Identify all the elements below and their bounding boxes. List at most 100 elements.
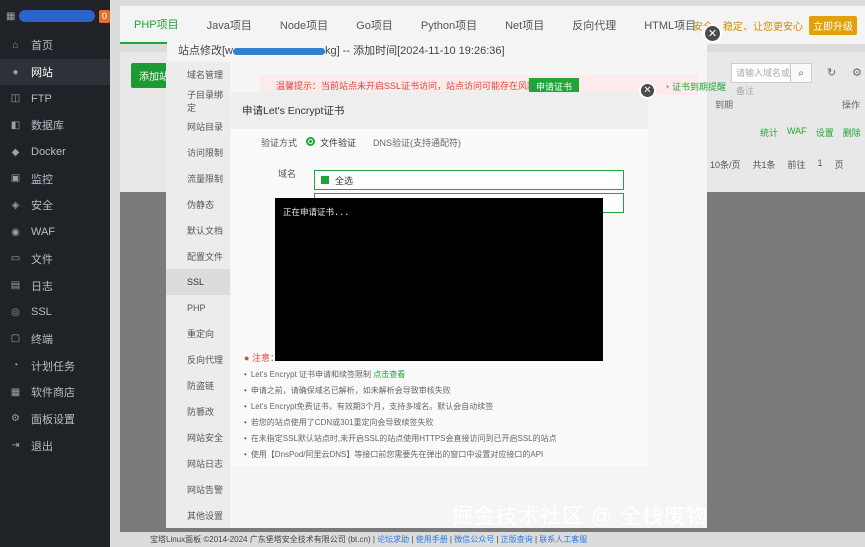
pager-item[interactable]: 1 bbox=[818, 158, 823, 171]
notes-heading: ● 注意： bbox=[244, 351, 279, 364]
site-menu-item[interactable]: 重定向 bbox=[166, 321, 230, 347]
sidebar-item[interactable]: ◔ 计划任务 bbox=[0, 352, 110, 379]
footer: 宝塔Linux面板 ©2014-2024 广东堡塔安全技术有限公司 (bt.cn… bbox=[150, 534, 587, 545]
ssl-icon: ◎ bbox=[11, 306, 20, 318]
footer-link[interactable]: 微信公众号 bbox=[454, 535, 494, 544]
site-menu-item[interactable]: 反向代理 bbox=[166, 347, 230, 373]
sidebar-item[interactable]: ⚙ 面板设置 bbox=[0, 406, 110, 433]
refresh-icon[interactable]: ↻ bbox=[827, 66, 836, 79]
pager-item[interactable]: 共1条 bbox=[753, 158, 776, 171]
gear-icon[interactable]: ⚙ bbox=[852, 66, 862, 79]
note-item: • 申请之前，请确保域名已解析，如未解析会导致审核失败 bbox=[244, 383, 644, 399]
sidebar-item-label: 软件商店 bbox=[31, 387, 75, 400]
sidebar-item-label: 文件 bbox=[31, 253, 53, 266]
radio-file-verify[interactable] bbox=[306, 137, 315, 146]
close-icon[interactable]: ✕ bbox=[703, 24, 722, 43]
row-action-link[interactable]: WAF bbox=[787, 126, 807, 139]
site-menu-item[interactable]: 子目录绑定 bbox=[166, 88, 230, 114]
sidebar-item[interactable]: ◈ 安全 bbox=[0, 192, 110, 219]
select-all-checkbox[interactable] bbox=[321, 176, 329, 184]
bullet-icon: • bbox=[244, 370, 247, 379]
sidebar-menu: ⌂ 首页 ● 网站 ◫ FTP ◧ 数据库 ◆ Docker ▣ 监控 ◈ 安全 ◉ WAF ▭ 文件 ▤ 日志 ◎ SS… bbox=[0, 32, 110, 459]
radio-file-label[interactable]: 文件验证 bbox=[320, 136, 356, 149]
pager-item[interactable]: 前往 bbox=[788, 158, 806, 171]
notification-badge[interactable]: 0 bbox=[98, 9, 110, 23]
sidebar-item[interactable]: ⌂ 首页 bbox=[0, 32, 110, 59]
note-text: 申请之前，请确保域名已解析，如未解析会导致审核失败 bbox=[250, 386, 451, 395]
user-icon[interactable]: ◐ bbox=[681, 20, 687, 31]
site-menu-item[interactable]: 网站目录 bbox=[166, 114, 230, 140]
pager-item[interactable]: 10条/页 bbox=[710, 158, 741, 171]
site-menu-item[interactable]: 防盗链 bbox=[166, 373, 230, 399]
sidebar-item[interactable]: ◎ SSL bbox=[0, 299, 110, 326]
sidebar-item-label: 面板设置 bbox=[31, 413, 75, 426]
footer-link[interactable]: 使用手册 bbox=[416, 535, 448, 544]
sidebar-item[interactable]: ● 网站 bbox=[0, 58, 110, 86]
cert-expiry-link[interactable]: ◔ 证书到期提醒 bbox=[664, 80, 726, 93]
ftp-icon: ◫ bbox=[10, 93, 21, 105]
pager-item[interactable]: 页 bbox=[835, 158, 844, 171]
row-action-link[interactable]: 设置 bbox=[816, 126, 834, 139]
note-item: • 在未指定SSL默认站点时,未开启SSL的站点使用HTTPS会直接访问到已开启S… bbox=[244, 431, 644, 447]
sidebar-item[interactable]: ▦ 软件商店 bbox=[0, 379, 110, 406]
site-menu-item[interactable]: 网站日志 bbox=[166, 450, 230, 476]
server-icon: ▦ bbox=[6, 10, 16, 22]
site-menu-item[interactable]: 网站告警 bbox=[166, 476, 230, 502]
site-menu-item[interactable]: 流量限制 bbox=[166, 166, 230, 192]
settings-icon: ⚙ bbox=[11, 413, 20, 425]
note-text: Let's Encrypt 证书申请和续签限制 bbox=[250, 370, 374, 379]
site-menu-item[interactable]: SSL bbox=[166, 269, 230, 296]
sidebar-item[interactable]: ⇥ 退出 bbox=[0, 432, 110, 459]
progress-console: 正在申请证书... bbox=[275, 198, 603, 361]
site-menu-item[interactable]: PHP bbox=[166, 295, 230, 321]
notes-list: • Let's Encrypt 证书申请和续签限制 点击查看 • 申请之前，请确保域名… bbox=[244, 367, 644, 463]
note-item: • Let's Encrypt 证书申请和续签限制 点击查看 bbox=[244, 367, 644, 383]
upgrade-button[interactable]: 立即升级 bbox=[809, 16, 857, 35]
sidebar-item-label: 终端 bbox=[31, 333, 53, 346]
site-menu-item[interactable]: 配置文件 bbox=[166, 243, 230, 269]
sidebar-item[interactable]: ◧ 数据库 bbox=[0, 112, 110, 139]
bullet-icon: • bbox=[244, 386, 247, 395]
radio-dns-label[interactable]: DNS验证(支持通配符) bbox=[373, 136, 461, 149]
store-icon: ▦ bbox=[10, 386, 21, 398]
watermark: 掘金技术社区 @ 全栈废物 bbox=[452, 505, 708, 528]
dot-icon: ● bbox=[244, 353, 250, 363]
footer-link[interactable]: 论坛求助 bbox=[377, 535, 409, 544]
brand: ▦ 0 bbox=[0, 0, 110, 32]
site-menu-item[interactable]: 域名管理 bbox=[166, 62, 230, 88]
select-all-row[interactable]: 全选 bbox=[314, 170, 624, 190]
terminal-icon: ▢ bbox=[10, 333, 21, 345]
sidebar-item[interactable]: ◉ WAF bbox=[0, 219, 110, 246]
site-menu-item[interactable]: 访问限制 bbox=[166, 140, 230, 166]
sidebar-item[interactable]: ◫ FTP bbox=[0, 85, 110, 112]
sidebar-item[interactable]: ▭ 文件 bbox=[0, 246, 110, 273]
sidebar-item[interactable]: ▢ 终端 bbox=[0, 326, 110, 353]
site-settings-menu: 域名管理 子目录绑定 网站目录 访问限制 流量限制 伪静态 默认文档 配置文件 SSL PHP 重定… bbox=[166, 62, 230, 528]
sidebar: ▦ 0 ⌂ 首页 ● 网站 ◫ FTP ◧ 数据库 ◆ Docker ▣ 监控 ◈ 安全 ◉ WAF ▭ 文件 ▤ 日… bbox=[0, 0, 110, 547]
footer-link[interactable]: 联系人工客服 bbox=[539, 535, 587, 544]
search-input[interactable]: 请输入域名或备注 bbox=[731, 63, 791, 96]
note-item: • 若您的站点使用了CDN或301重定向会导致续签失败 bbox=[244, 415, 644, 431]
notes-heading-label: 注意： bbox=[251, 353, 279, 363]
row-action-link[interactable]: 删除 bbox=[843, 126, 861, 139]
site-menu-item[interactable]: 其他设置 bbox=[166, 502, 230, 528]
search-icon[interactable]: ⌕ bbox=[790, 63, 812, 83]
bullet-icon: • bbox=[244, 434, 247, 443]
footer-link[interactable]: 正版查询 bbox=[501, 535, 533, 544]
site-menu-item[interactable]: 默认文档 bbox=[166, 217, 230, 243]
home-icon: ⌂ bbox=[12, 39, 19, 51]
sidebar-item-label: WAF bbox=[31, 226, 56, 239]
sidebar-item[interactable]: ◆ Docker bbox=[0, 139, 110, 166]
row-action-link[interactable]: 统计 bbox=[760, 126, 778, 139]
sidebar-item-label: 数据库 bbox=[31, 120, 64, 133]
site-menu-item[interactable]: 网站安全 bbox=[166, 424, 230, 450]
sidebar-item[interactable]: ▤ 日志 bbox=[0, 272, 110, 299]
site-modal-title-prefix: 站点修改[w bbox=[178, 45, 233, 57]
rate-limit-link[interactable]: 点击查看 bbox=[373, 370, 405, 379]
bullet-icon: • bbox=[244, 450, 247, 459]
footer-copyright: 宝塔Linux面板 ©2014-2024 广东堡塔安全技术有限公司 (bt.cn… bbox=[150, 535, 371, 544]
sidebar-item[interactable]: ▣ 监控 bbox=[0, 165, 110, 192]
close-icon[interactable]: ✕ bbox=[639, 82, 656, 99]
site-menu-item[interactable]: 伪静态 bbox=[166, 191, 230, 217]
site-menu-item[interactable]: 防篡改 bbox=[166, 399, 230, 425]
